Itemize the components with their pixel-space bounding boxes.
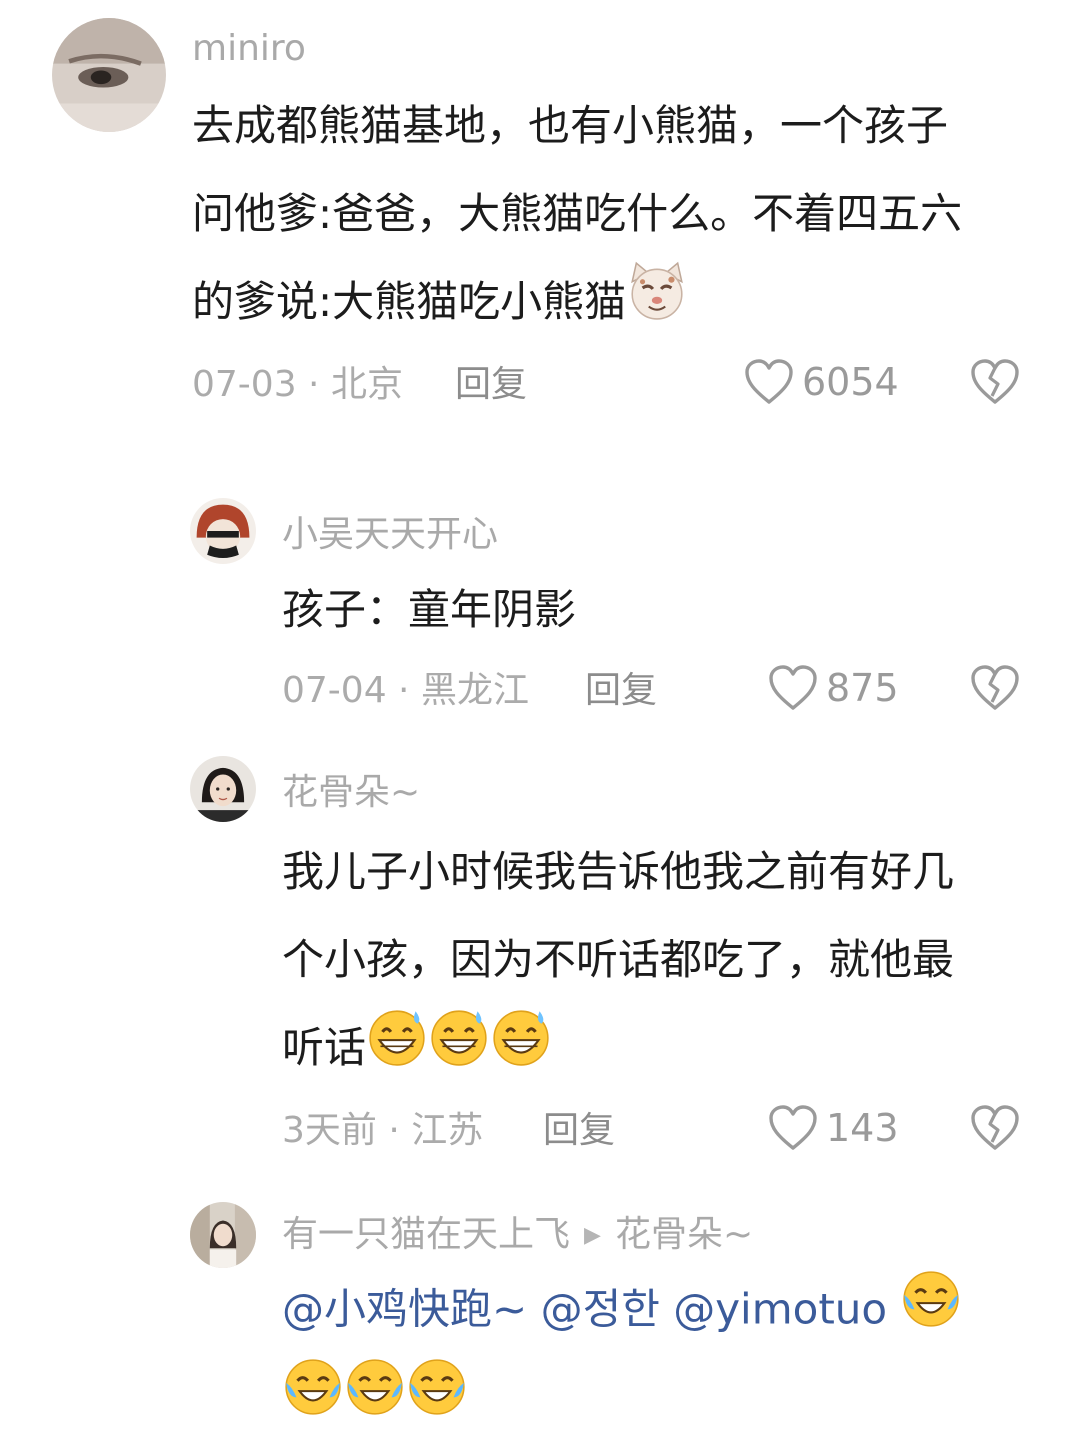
reply-button[interactable]: 回复 <box>543 1108 615 1154</box>
comment-item: 小吴天天开心 孩子：童年阴影 07-04 · 黑龙江 回复 875 <box>0 480 1080 720</box>
heart-icon <box>744 358 794 406</box>
like-count: 143 <box>826 1106 899 1150</box>
crying-laughing-emoji <box>900 1268 962 1356</box>
username: 有一只猫在天上飞 ▶ 花骨朵~ <box>282 1212 753 1259</box>
reply-button[interactable]: 回复 <box>585 668 657 714</box>
username[interactable]: 小吴天天开心 <box>282 512 498 558</box>
comment-item: 花骨朵~ 我儿子小时候我告诉他我之前有好几 个小孩，因为不听话都吃了，就他最 听… <box>0 740 1080 1180</box>
comment-item: 有一只猫在天上飞 ▶ 花骨朵~ @小鸡快跑~ @정한 @yimotuo <box>0 1180 1080 1439</box>
comment-line-text: 听话 <box>282 1023 367 1072</box>
grinning-sweat-emoji <box>428 1005 490 1097</box>
avatar[interactable] <box>190 498 256 564</box>
comment-line: @小鸡快跑~ @정한 @yimotuo <box>282 1268 962 1356</box>
comment-text: 我儿子小时候我告诉他我之前有好几 个小孩，因为不听话都吃了，就他最 听话 <box>282 828 954 1097</box>
crying-laughing-emoji <box>282 1356 344 1444</box>
reply-arrow-icon: ▶ <box>584 1223 601 1248</box>
like-button[interactable]: 875 <box>768 664 899 712</box>
comment-line: 孩子：童年阴影 <box>282 585 577 634</box>
comment-line: 听话 <box>282 1004 954 1097</box>
like-button[interactable]: 6054 <box>744 358 899 406</box>
cat-face-emoji <box>626 259 688 351</box>
comment-line: 的爹说:大熊猫吃小熊猫 <box>192 258 962 351</box>
mention-link[interactable]: @小鸡快跑~ <box>282 1285 527 1334</box>
avatar[interactable] <box>52 18 166 132</box>
username[interactable]: miniro <box>192 26 306 72</box>
username-text[interactable]: 有一只猫在天上飞 <box>282 1214 570 1255</box>
comment-date-location: 07-03 · 北京 <box>192 364 403 405</box>
reply-button[interactable]: 回复 <box>455 362 527 408</box>
grinning-sweat-emoji <box>366 1005 428 1097</box>
comment-line: 问他爹:爸爸，大熊猫吃什么。不着四五六 <box>192 189 963 238</box>
mention-link[interactable]: @yimotuo <box>673 1285 887 1334</box>
comment-item: miniro 去成都熊猫基地，也有小熊猫，一个孩子 问他爹:爸爸，大熊猫吃什么。… <box>0 0 1080 440</box>
avatar[interactable] <box>190 756 256 822</box>
heart-icon <box>768 1104 818 1152</box>
comment-line: 我儿子小时候我告诉他我之前有好几 <box>282 847 955 896</box>
mention-link[interactable]: @정한 <box>541 1285 660 1334</box>
like-button[interactable]: 143 <box>768 1104 899 1152</box>
crying-laughing-emoji <box>344 1356 406 1444</box>
like-count: 875 <box>826 666 899 710</box>
comment-line: 个小孩，因为不听话都吃了，就他最 <box>282 935 955 984</box>
heart-icon <box>768 664 818 712</box>
broken-heart-icon <box>970 665 1020 716</box>
username[interactable]: 花骨朵~ <box>282 770 420 816</box>
comment-text: 去成都熊猫基地，也有小熊猫，一个孩子 问他爹:爸爸，大熊猫吃什么。不着四五六 的… <box>192 82 962 351</box>
comment-line-text: 的爹说:大熊猫吃小熊猫 <box>192 277 627 326</box>
grinning-sweat-emoji <box>490 1005 552 1097</box>
broken-heart-icon <box>970 359 1020 410</box>
dislike-button[interactable] <box>970 664 1020 716</box>
comment-line <box>282 1356 962 1444</box>
comment-line: 去成都熊猫基地，也有小熊猫，一个孩子 <box>192 101 949 150</box>
avatar[interactable] <box>190 1202 256 1268</box>
dislike-button[interactable] <box>970 358 1020 410</box>
like-count: 6054 <box>802 360 899 404</box>
comment-text: 孩子：童年阴影 <box>282 566 576 654</box>
comment-date-location: 07-04 · 黑龙江 <box>282 670 529 711</box>
comment-text: @小鸡快跑~ @정한 @yimotuo <box>282 1268 962 1444</box>
reply-to-username[interactable]: 花骨朵~ <box>615 1214 753 1255</box>
broken-heart-icon <box>970 1105 1020 1156</box>
crying-laughing-emoji <box>406 1356 468 1444</box>
dislike-button[interactable] <box>970 1104 1020 1156</box>
comment-date-location: 3天前 · 江苏 <box>282 1110 484 1151</box>
